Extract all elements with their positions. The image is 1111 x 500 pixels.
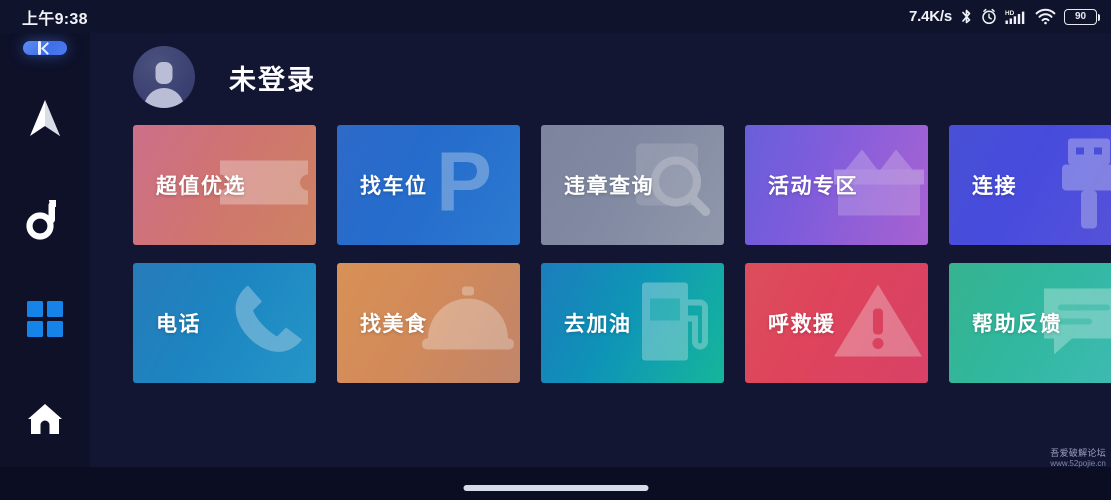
- watermark-line1: 吾爱破解论坛: [1050, 447, 1106, 458]
- sidebar-item-navigation[interactable]: [0, 71, 90, 171]
- svg-text:P: P: [436, 141, 492, 225]
- home-indicator[interactable]: [463, 485, 648, 491]
- tile-phone[interactable]: 电话: [133, 263, 316, 383]
- tile-activity-zone[interactable]: 活动专区: [745, 125, 928, 245]
- battery-level-label: 90: [1074, 11, 1087, 22]
- tile-label: 找美食: [360, 313, 428, 336]
- tile-label: 呼救援: [768, 313, 836, 336]
- tile-refuel[interactable]: 去加油: [541, 263, 724, 383]
- tile-find-food[interactable]: 找美食: [337, 263, 520, 383]
- tile-label: 活动专区: [768, 175, 858, 198]
- tile-help-feedback[interactable]: 帮助反馈: [949, 263, 1111, 383]
- sidebar-item-music[interactable]: [0, 171, 90, 271]
- main-content: 未登录 超值优选 P 找车位 违章查询 活动专区 连接 电话 找美食 去加油 呼…: [90, 33, 1111, 467]
- status-clock: 上午9:38: [22, 10, 88, 28]
- avatar-head-shape: [155, 62, 173, 84]
- tile-violation-query[interactable]: 违章查询: [541, 125, 724, 245]
- sidebar-item-apps[interactable]: [0, 271, 90, 371]
- forum-watermark: 吾爱破解论坛 www.52pojie.cn: [1050, 448, 1106, 469]
- tile-label: 去加油: [564, 313, 632, 336]
- car-launcher-screen: 上午9:38 7.4K/s HD 90 未登录 超值优选 P 找车位 违章查询 …: [0, 0, 1111, 500]
- tile-connect[interactable]: 连接: [949, 125, 1111, 245]
- watermark-line2: www.52pojie.cn: [1050, 459, 1106, 468]
- svg-text:HD: HD: [1005, 10, 1015, 17]
- app-tile-grid: 超值优选 P 找车位 违章查询 活动专区 连接 电话 找美食 去加油 呼救援 帮…: [90, 108, 1111, 383]
- left-sidebar: [0, 33, 90, 467]
- home-icon: [26, 401, 64, 442]
- phone-handset-icon: [226, 280, 308, 367]
- fuel-pump-icon: [636, 277, 716, 370]
- user-avatar-icon: [133, 46, 195, 108]
- profile-header[interactable]: 未登录: [90, 33, 1111, 108]
- parking-p-icon: P: [434, 135, 512, 230]
- tile-label: 帮助反馈: [972, 313, 1062, 336]
- network-speed-label: 7.4K/s: [909, 8, 952, 25]
- bluetooth-icon: [960, 8, 973, 26]
- app-grid-icon: [27, 300, 63, 342]
- wifi-icon: [1035, 8, 1056, 25]
- usb-plug-icon: [1056, 135, 1111, 236]
- tile-call-rescue[interactable]: 呼救援: [745, 263, 928, 383]
- tile-label: 电话: [156, 313, 201, 336]
- status-bar: 上午9:38 7.4K/s HD 90: [0, 0, 1111, 33]
- sidebar-item-home[interactable]: [0, 371, 90, 471]
- status-icons-group: 7.4K/s HD 90: [909, 8, 1100, 26]
- warning-triangle-icon: [832, 281, 924, 366]
- tile-label: 连接: [972, 175, 1017, 198]
- tile-label: 超值优选: [156, 175, 246, 198]
- tile-label: 违章查询: [564, 175, 654, 198]
- battery-indicator: 90: [1064, 8, 1100, 25]
- page-title: 未登录: [229, 64, 316, 95]
- sidebar-collapse-button[interactable]: [23, 41, 67, 55]
- navigation-arrow-icon: [25, 98, 65, 145]
- bottom-navigation-bar: [0, 467, 1111, 500]
- tile-coupon-deals[interactable]: 超值优选: [133, 125, 316, 245]
- alarm-clock-icon: [981, 8, 997, 25]
- avatar-body-shape: [144, 88, 184, 108]
- tile-label: 找车位: [360, 175, 428, 198]
- cellular-signal-icon: HD: [1005, 8, 1027, 26]
- food-cloche-icon: [422, 285, 514, 362]
- chevron-left-icon: [40, 41, 54, 55]
- tile-find-parking[interactable]: P 找车位: [337, 125, 520, 245]
- music-note-icon: [26, 198, 64, 245]
